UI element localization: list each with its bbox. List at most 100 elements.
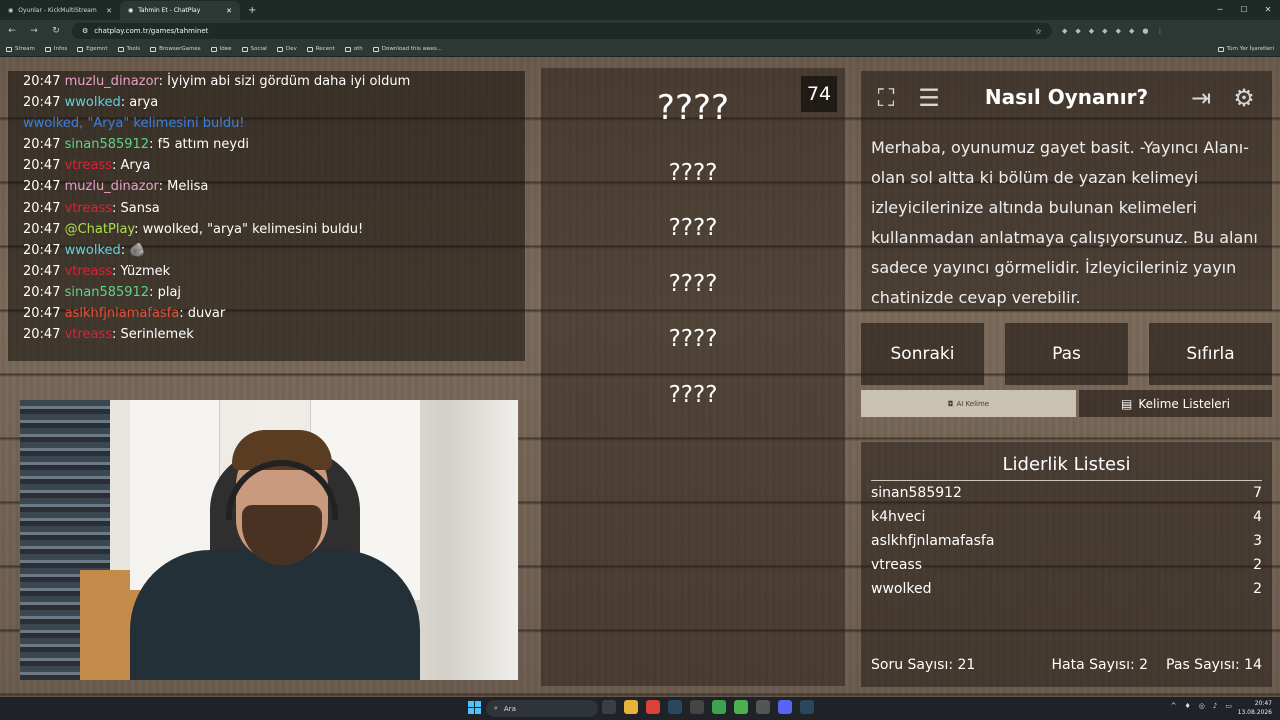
main-word: ???? <box>656 88 730 128</box>
chat-username[interactable]: aslkhfjnlamafasfa <box>65 306 180 321</box>
pass-count: Pas Sayısı: 14 <box>1166 657 1262 673</box>
extensions-bar: ◆ ◆ ◆ ◆ ◆ ◆ ● ⋮ <box>1062 27 1163 35</box>
battery-icon[interactable]: ▭ <box>1225 702 1232 710</box>
chat-username[interactable]: sinan585912 <box>65 285 149 300</box>
all-bookmarks[interactable]: Tüm Yer İşaretleri <box>1217 46 1274 52</box>
chat-username[interactable]: muzlu_dinazor <box>65 179 159 194</box>
search-icon: ⌕ <box>494 704 498 712</box>
chat-timestamp: 20:47 <box>23 221 61 237</box>
window-controls: ─ ☐ ✕ <box>1208 0 1280 20</box>
tab-label: Tahmin Et - ChatPlay <box>138 7 201 14</box>
taskbar-clock[interactable]: 20:47 13.08.2026 <box>1238 699 1272 717</box>
mic-icon[interactable]: ♦ <box>1185 702 1191 710</box>
url-field[interactable]: ⚙ chatplay.com.tr/games/tahminet ☆ <box>72 23 1052 39</box>
network-icon[interactable]: ◎ <box>1199 702 1205 710</box>
exit-icon[interactable]: ⇥ <box>1186 83 1216 113</box>
chrome-icon[interactable] <box>712 700 726 714</box>
chat-timestamp: 20:47 <box>23 284 61 300</box>
bookmark-item[interactable]: Download this awes... <box>372 46 442 52</box>
bookmark-item[interactable]: Stream <box>6 46 35 52</box>
chrome-icon[interactable] <box>734 700 748 714</box>
leaderboard-row: sinan585912 7 <box>871 485 1262 501</box>
word-panel: 74 ???? ???? ???? ???? ???? ???? <box>541 68 845 686</box>
bookmark-item[interactable]: Recent <box>306 46 335 52</box>
chat-username[interactable]: @ChatPlay <box>65 222 135 237</box>
browser-tab-chatplay[interactable]: ◉ Tahmin Et - ChatPlay ✕ <box>120 1 240 20</box>
browser-tab-kickmultistream[interactable]: ◉ Oyunlar - KickMultiStream ✕ <box>0 1 120 20</box>
steam-icon[interactable] <box>668 700 682 714</box>
reload-icon[interactable]: ↻ <box>50 26 62 36</box>
menu-dots-icon[interactable]: ⋮ <box>1156 27 1163 35</box>
back-icon[interactable]: ← <box>6 26 18 36</box>
volume-icon[interactable]: ♪ <box>1213 702 1217 710</box>
gear-icon[interactable]: ⚙ <box>1229 83 1259 113</box>
leaderboard-row: aslkhfjnlamafasfa 3 <box>871 533 1262 549</box>
secondary-buttons: ◘ AI Kelime ▤ Kelime Listeleri <box>861 390 1272 417</box>
leader-score: 4 <box>1253 509 1262 525</box>
extension-icon[interactable]: ◆ <box>1089 27 1094 35</box>
leaderboard-divider <box>871 480 1262 481</box>
bookmark-label: oth <box>353 46 363 52</box>
maximize-icon[interactable]: ☐ <box>1232 0 1256 20</box>
fullscreen-icon[interactable]: ⛶ <box>871 83 901 113</box>
chat-username[interactable]: sinan585912 <box>65 137 149 152</box>
discord-icon[interactable] <box>778 700 792 714</box>
chat-text: : Sansa <box>111 200 160 216</box>
extension-icon[interactable]: ◆ <box>1102 27 1107 35</box>
chat-username[interactable]: vtreass <box>65 264 112 279</box>
profile-avatar-icon[interactable]: ● <box>1142 27 1148 35</box>
reset-button[interactable]: Sıfırla <box>1149 323 1272 385</box>
bookmark-label: Infos <box>53 46 68 52</box>
bookmark-star-icon[interactable]: ☆ <box>1035 27 1042 36</box>
tab-label: Oyunlar - KickMultiStream <box>18 7 97 14</box>
forbidden-word: ???? <box>668 382 718 408</box>
chat-username[interactable]: wwolked <box>65 243 121 258</box>
extension-icon[interactable]: ◆ <box>1062 27 1067 35</box>
chat-username[interactable]: wwolked, "Arya" kelimesini buldu! <box>23 116 245 131</box>
bookmark-item[interactable]: Idee <box>210 46 232 52</box>
extension-icon[interactable]: ◆ <box>1116 27 1121 35</box>
new-tab-button[interactable]: + <box>240 1 264 20</box>
bookmark-item[interactable]: oth <box>344 46 363 52</box>
site-info-icon[interactable]: ⚙ <box>82 27 88 35</box>
leader-name: k4hveci <box>871 509 926 525</box>
address-bar-row: ← → ↻ ⚙ chatplay.com.tr/games/tahminet ☆… <box>0 20 1280 42</box>
word-lists-button[interactable]: ▤ Kelime Listeleri <box>1079 390 1272 417</box>
close-window-icon[interactable]: ✕ <box>1256 0 1280 20</box>
steam-icon[interactable] <box>800 700 814 714</box>
leader-name: vtreass <box>871 557 923 573</box>
chat-username[interactable]: vtreass <box>65 327 112 342</box>
task-view-icon[interactable] <box>602 700 616 714</box>
chat-timestamp: 20:47 <box>23 200 61 216</box>
taskbar-search[interactable]: ⌕ Ara <box>486 700 598 717</box>
bookmark-item[interactable]: BrowserGames <box>150 46 201 52</box>
close-icon[interactable]: ✕ <box>226 7 232 15</box>
close-icon[interactable]: ✕ <box>106 7 112 15</box>
notes-icon[interactable]: ☰ <box>914 83 944 113</box>
app-icon[interactable] <box>646 700 660 714</box>
bookmark-item[interactable]: Social <box>241 46 267 52</box>
tray-chevron-icon[interactable]: ^ <box>1171 702 1177 710</box>
chat-message: 20:47 wwolked: arya <box>23 92 510 113</box>
forward-icon[interactable]: → <box>28 26 40 36</box>
minimize-icon[interactable]: ─ <box>1208 0 1232 20</box>
file-explorer-icon[interactable] <box>624 700 638 714</box>
chat-username[interactable]: vtreass <box>65 201 112 216</box>
taskbar-apps <box>602 700 814 714</box>
pass-button[interactable]: Pas <box>1005 323 1128 385</box>
chat-username[interactable]: wwolked <box>65 95 121 110</box>
bookmark-label: Social <box>250 46 267 52</box>
extension-icon[interactable]: ◆ <box>1129 27 1134 35</box>
bookmark-item[interactable]: Infos <box>44 46 68 52</box>
next-button[interactable]: Sonraki <box>861 323 984 385</box>
app-icon[interactable] <box>690 700 704 714</box>
bookmark-item[interactable]: Egemnt <box>77 46 108 52</box>
bookmark-item[interactable]: Tools <box>117 46 140 52</box>
ai-word-button[interactable]: ◘ AI Kelime <box>861 390 1076 417</box>
chat-username[interactable]: muzlu_dinazor <box>65 74 159 89</box>
app-icon[interactable] <box>756 700 770 714</box>
extension-icon[interactable]: ◆ <box>1075 27 1080 35</box>
bookmark-item[interactable]: Dev <box>276 46 297 52</box>
windows-start-icon[interactable] <box>468 701 481 714</box>
chat-username[interactable]: vtreass <box>65 158 112 173</box>
